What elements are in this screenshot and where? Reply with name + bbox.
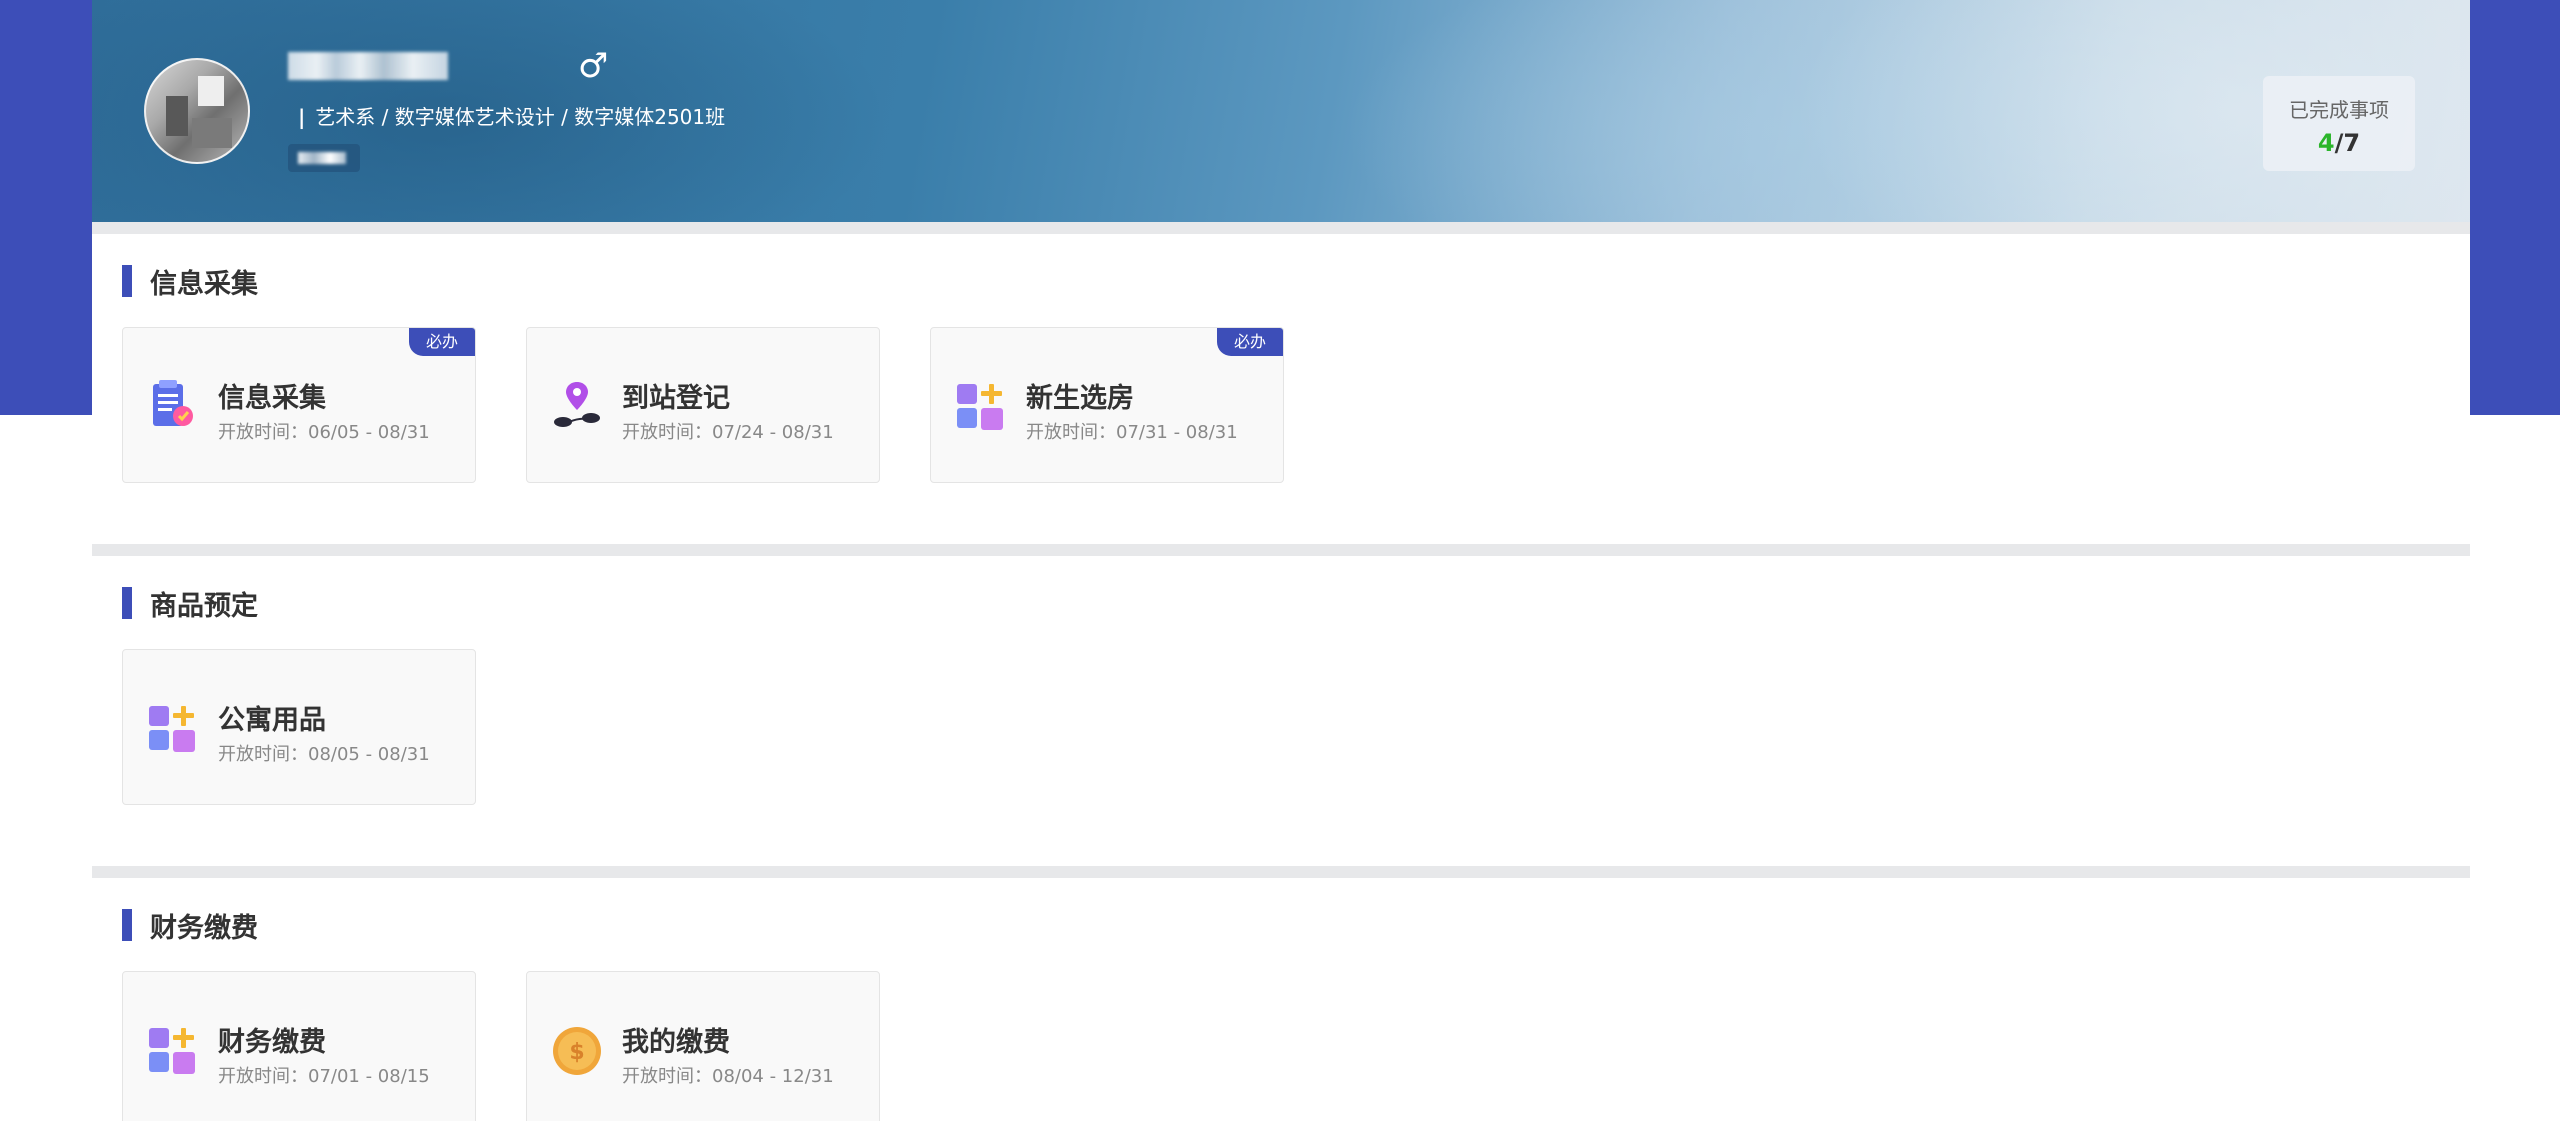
svg-text:$: $ — [569, 1040, 584, 1065]
card-open-time: 开放时间：07/31 - 08/31 — [1026, 422, 1238, 443]
dollar-coin-icon: $ — [553, 1027, 601, 1075]
required-badge: 必办 — [1217, 328, 1283, 356]
card-open-time: 开放时间：07/24 - 08/31 — [622, 422, 834, 443]
card-open-time: 开放时间：07/01 - 08/15 — [218, 1066, 430, 1087]
section-marker — [122, 265, 132, 297]
department-path: | 艺术系 / 数字媒体艺术设计 / 数字媒体2501班 — [298, 104, 725, 130]
card-arrival-registration[interactable]: 到站登记 开放时间：07/24 - 08/31 — [526, 327, 880, 483]
app-blocks-icon — [149, 1028, 195, 1074]
card-title: 财务缴费 — [218, 1027, 326, 1058]
section-marker — [122, 587, 132, 619]
completed-tasks-label: 已完成事项 — [2289, 98, 2389, 122]
section-product-reservation: 商品预定 公寓用品 开放时间：08/05 - 08/31 — [92, 556, 2470, 866]
form-clipboard-icon — [153, 380, 193, 426]
department-text: 艺术系 / 数字媒体艺术设计 / 数字媒体2501班 — [315, 105, 726, 129]
section-title: 商品预定 — [122, 586, 258, 622]
card-open-time: 开放时间：08/05 - 08/31 — [218, 744, 430, 765]
card-title: 新生选房 — [1026, 383, 1134, 414]
app-blocks-icon — [957, 384, 1003, 430]
card-dorm-selection[interactable]: 新生选房 开放时间：07/31 - 08/31 必办 — [930, 327, 1284, 483]
required-badge: 必办 — [409, 328, 475, 356]
section-title: 信息采集 — [122, 264, 258, 300]
divider: | — [298, 105, 306, 129]
completed-tasks-box: 已完成事项 4/7 — [2263, 76, 2415, 171]
section-finance-payment: 财务缴费 财务缴费 开放时间：07/01 - 08/15 $ 我的缴费 开放时间… — [92, 878, 2470, 1121]
card-dorm-supplies[interactable]: 公寓用品 开放时间：08/05 - 08/31 — [122, 649, 476, 805]
student-name-redacted — [288, 52, 448, 80]
section-title: 财务缴费 — [122, 908, 258, 944]
location-pin-icon — [554, 382, 600, 427]
completed-count: 4 — [2317, 129, 2335, 157]
avatar[interactable] — [144, 58, 250, 164]
card-my-payments[interactable]: $ 我的缴费 开放时间：08/04 - 12/31 — [526, 971, 880, 1121]
section-info-collection: 信息采集 信息采集 开放时间：06/05 - 08/31 必办 到站登记 开放时… — [92, 234, 2470, 544]
card-finance-payment[interactable]: 财务缴费 开放时间：07/01 - 08/15 — [122, 971, 476, 1121]
card-info-collection[interactable]: 信息采集 开放时间：06/05 - 08/31 必办 — [122, 327, 476, 483]
card-open-time: 开放时间：08/04 - 12/31 — [622, 1066, 834, 1087]
completed-tasks-count: 4/7 — [2263, 129, 2415, 157]
gender-male-icon: ♂ — [578, 46, 609, 86]
profile-header: ♂ | 艺术系 / 数字媒体艺术设计 / 数字媒体2501班 已完成事项 4/7 — [92, 0, 2470, 222]
section-marker — [122, 909, 132, 941]
main-container: ♂ | 艺术系 / 数字媒体艺术设计 / 数字媒体2501班 已完成事项 4/7 … — [92, 0, 2470, 1121]
card-open-time: 开放时间：06/05 - 08/31 — [218, 422, 430, 443]
student-id-redacted — [288, 144, 360, 172]
app-blocks-icon — [149, 706, 195, 752]
card-title: 我的缴费 — [622, 1027, 730, 1058]
total-count: /7 — [2334, 129, 2361, 157]
card-title: 信息采集 — [218, 383, 326, 414]
card-title: 到站登记 — [622, 383, 730, 414]
card-title: 公寓用品 — [218, 705, 326, 736]
